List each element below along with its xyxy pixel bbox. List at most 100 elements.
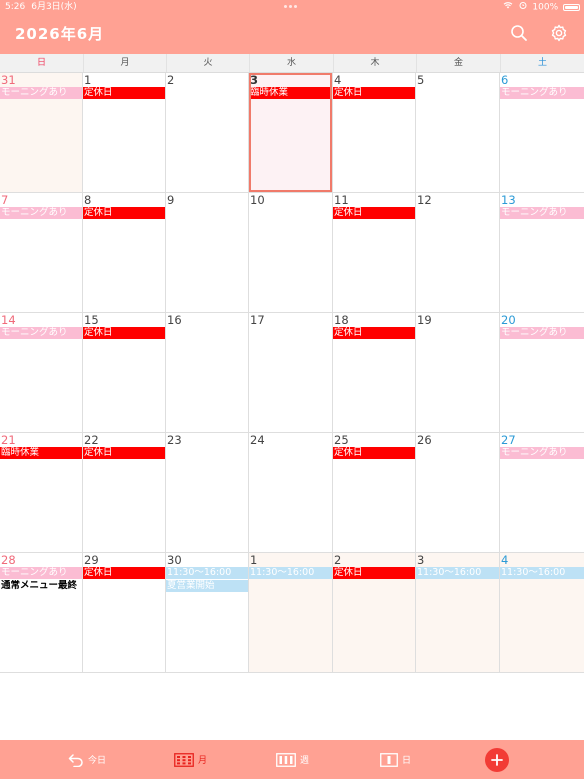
event-bar[interactable]: 定休日 [83, 207, 165, 219]
event-bar[interactable]: 定休日 [333, 87, 415, 99]
day-cell[interactable]: 25 定休日 [333, 433, 416, 553]
calendar-app: 5:26 6月3日(水) 100% 2026年6月 日 月 火 水 木 金 土 … [0, 0, 584, 779]
day-cell[interactable]: 4 11:30〜16:00 [500, 553, 584, 673]
status-time: 5:26 [5, 2, 26, 12]
event-bar[interactable]: 11:30〜16:00 [416, 567, 499, 579]
day-number: 17 [250, 313, 265, 327]
day-number: 28 [1, 553, 16, 567]
month-grid: 31 モーニングあり 1 定休日 2 3 臨時休業 4 定休日 5 6 モーニングあり 7 モーニングあり… [0, 73, 584, 673]
day-cell[interactable]: 16 [166, 313, 249, 433]
day-cell[interactable]: 28 モーニングあり 通常メニュー最終 [0, 553, 83, 673]
day-number: 19 [417, 313, 432, 327]
day-events: 11:30〜16:00 [416, 567, 499, 580]
day-cell[interactable]: 12 [416, 193, 500, 313]
weekday-sat: 土 [500, 54, 584, 72]
day-events: 11:30〜16:00 [249, 567, 332, 580]
day-cell[interactable]: 3 11:30〜16:00 [416, 553, 500, 673]
event-bar[interactable]: 11:30〜16:00 [166, 567, 248, 579]
day-cell[interactable]: 20 モーニングあり [500, 313, 584, 433]
day-cell[interactable]: 26 [416, 433, 500, 553]
day-events: 定休日 [333, 87, 415, 100]
day-events: モーニングあり [500, 327, 584, 340]
event-bar[interactable]: 定休日 [83, 567, 165, 579]
day-number: 14 [1, 313, 16, 327]
day-cell[interactable]: 2 [166, 73, 249, 193]
event-bar[interactable]: モーニングあり [500, 87, 584, 99]
event-bar[interactable]: 11:30〜16:00 [500, 567, 584, 579]
settings-button[interactable] [548, 22, 570, 44]
day-events: 定休日 [333, 447, 415, 460]
event-bar[interactable]: 定休日 [333, 567, 415, 579]
event-bar[interactable]: 定休日 [83, 327, 165, 339]
event-bar[interactable]: 11:30〜16:00 [249, 567, 332, 579]
day-cell[interactable]: 31 モーニングあり [0, 73, 83, 193]
weekday-thu: 木 [333, 54, 416, 72]
event-bar[interactable]: 定休日 [333, 207, 415, 219]
day-cell[interactable]: 3 臨時休業 [249, 73, 333, 193]
event-bar[interactable]: モーニングあり [500, 447, 584, 459]
event-bar[interactable]: モーニングあり [0, 207, 82, 219]
day-cell[interactable]: 29 定休日 [83, 553, 166, 673]
today-button[interactable]: 今日 [68, 740, 106, 779]
day-cell[interactable]: 17 [249, 313, 333, 433]
event-bar[interactable]: 通常メニュー最終 [0, 580, 82, 592]
day-cell[interactable]: 11 定休日 [333, 193, 416, 313]
day-number: 5 [417, 73, 425, 87]
day-number: 2 [334, 553, 342, 567]
day-cell[interactable]: 14 モーニングあり [0, 313, 83, 433]
day-number: 13 [501, 193, 516, 207]
day-cell[interactable]: 24 [249, 433, 333, 553]
week-view-button[interactable]: 週 [276, 740, 309, 779]
event-bar[interactable]: 夏営業開始 [166, 580, 248, 592]
day-number: 4 [501, 553, 509, 567]
event-bar[interactable]: 定休日 [333, 447, 415, 459]
month-view-button[interactable]: 月 [174, 740, 207, 779]
day-cell[interactable]: 7 モーニングあり [0, 193, 83, 313]
add-event-button[interactable] [485, 748, 509, 772]
day-events: 定休日 [333, 327, 415, 340]
month-title[interactable]: 2026年6月 [15, 23, 104, 44]
day-number: 18 [334, 313, 349, 327]
day-cell[interactable]: 1 定休日 [83, 73, 166, 193]
event-bar[interactable]: 定休日 [333, 327, 415, 339]
day-events: 定休日 [83, 567, 165, 580]
day-cell[interactable]: 1 11:30〜16:00 [249, 553, 333, 673]
header-bar: 2026年6月 [0, 14, 584, 54]
day-cell[interactable]: 21 臨時休業 [0, 433, 83, 553]
event-bar[interactable]: モーニングあり [0, 87, 82, 99]
event-bar[interactable]: 定休日 [83, 87, 165, 99]
day-cell[interactable]: 13 モーニングあり [500, 193, 584, 313]
day-cell[interactable]: 18 定休日 [333, 313, 416, 433]
day-cell[interactable]: 15 定休日 [83, 313, 166, 433]
weekday-mon: 月 [83, 54, 166, 72]
event-bar[interactable]: モーニングあり [500, 327, 584, 339]
day-number: 11 [334, 193, 349, 207]
bottom-toolbar: 今日 月 週 日 [0, 740, 584, 779]
day-cell[interactable]: 2 定休日 [333, 553, 416, 673]
day-cell[interactable]: 8 定休日 [83, 193, 166, 313]
battery-percent: 100% [532, 2, 559, 13]
event-bar[interactable]: 定休日 [83, 447, 165, 459]
day-cell[interactable]: 19 [416, 313, 500, 433]
day-cell[interactable]: 27 モーニングあり [500, 433, 584, 553]
multitask-dots-icon[interactable] [284, 5, 300, 9]
event-bar[interactable]: モーニングあり [0, 327, 82, 339]
day-cell[interactable]: 5 [416, 73, 500, 193]
day-events: モーニングあり [500, 207, 584, 220]
day-cell[interactable]: 22 定休日 [83, 433, 166, 553]
day-cell[interactable]: 6 モーニングあり [500, 73, 584, 193]
event-bar[interactable]: モーニングあり [500, 207, 584, 219]
day-number: 26 [417, 433, 432, 447]
day-view-button[interactable]: 日 [380, 740, 411, 779]
day-cell[interactable]: 4 定休日 [333, 73, 416, 193]
week-columns-icon [276, 752, 296, 767]
day-cell[interactable]: 30 11:30〜16:00 夏営業開始 [166, 553, 249, 673]
event-bar[interactable]: 臨時休業 [0, 447, 82, 459]
event-bar[interactable]: 臨時休業 [249, 87, 332, 99]
search-button[interactable] [508, 22, 530, 44]
day-events: 定休日 [83, 87, 165, 100]
day-cell[interactable]: 10 [249, 193, 333, 313]
day-cell[interactable]: 9 [166, 193, 249, 313]
event-bar[interactable]: モーニングあり [0, 567, 82, 579]
day-cell[interactable]: 23 [166, 433, 249, 553]
